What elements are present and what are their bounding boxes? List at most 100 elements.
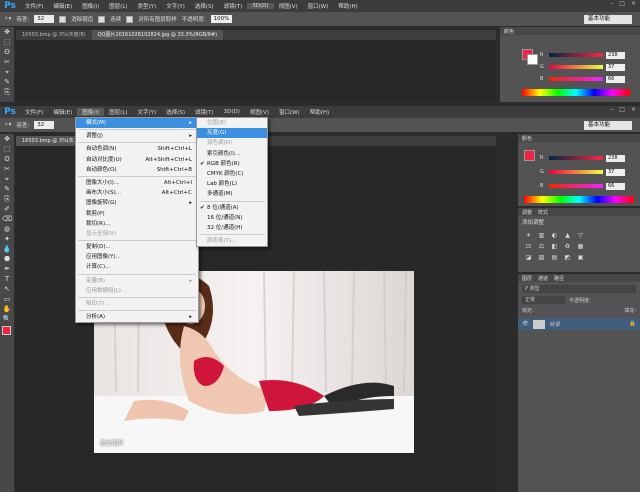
menu-help[interactable]: 帮助(H)	[333, 2, 362, 10]
tool-lasso-icon[interactable]: ʘ	[0, 154, 14, 164]
menu-file-lower[interactable]: 文件(F)	[20, 108, 48, 116]
image-menu-item[interactable]: 应用图像(Y)...	[76, 252, 198, 262]
tool-stamp-icon[interactable]: ⎘	[0, 194, 14, 204]
curves-icon[interactable]: ◐	[550, 231, 559, 239]
color-balance-icon[interactable]: ⚖	[537, 242, 546, 250]
menu-view-lower[interactable]: 视图(V)	[245, 108, 274, 116]
tool-blur-icon[interactable]: ✦	[0, 234, 14, 244]
tool-eyedropper-icon[interactable]: ⌖	[0, 67, 14, 77]
menu-help-lower[interactable]: 帮助(H)	[305, 108, 334, 116]
menu-layer[interactable]: 图层(L)	[104, 2, 132, 10]
image-menu-item[interactable]: 裁剪(P)	[76, 209, 198, 219]
image-menu-item[interactable]: 画布大小(S)... Alt+Ctrl+C	[76, 188, 198, 198]
anti-alias-checkbox[interactable]	[59, 15, 67, 23]
tool-stamp-icon[interactable]: ⎘	[0, 87, 14, 97]
maximize-icon-lower[interactable]: □	[619, 106, 625, 113]
tool-dodge-icon[interactable]: 💧	[0, 244, 14, 254]
tool-marquee-icon[interactable]: ⬚	[0, 37, 14, 47]
posterize-icon[interactable]: ▨	[537, 253, 546, 261]
brightness-icon[interactable]: ☀	[524, 231, 533, 239]
foreground-swatch-lower[interactable]	[524, 150, 535, 161]
b-value[interactable]: 66	[606, 75, 625, 83]
tab-adjustments[interactable]: 调整	[522, 209, 532, 216]
tool-path-select-icon[interactable]: ↖	[0, 284, 14, 294]
tab-doc-2[interactable]: QQ图片20161026102824.jpg @ 33.3%(RGB/8#)	[91, 30, 224, 40]
b-slider[interactable]	[549, 77, 603, 81]
tool-crop-icon[interactable]: ✂	[0, 164, 14, 174]
r-value-lower[interactable]: 238	[606, 154, 625, 162]
color-spectrum-lower[interactable]	[524, 196, 634, 203]
menu-view[interactable]: 视图(V)	[274, 2, 303, 10]
mode-menu-item[interactable]: 16 位/通道(N)	[197, 213, 267, 223]
menu-file[interactable]: 文件(F)	[20, 2, 48, 10]
exposure-icon[interactable]: ▲	[563, 231, 572, 239]
menu-type[interactable]: 类型(Y)	[133, 2, 162, 10]
tool-pen-icon[interactable]: ✒	[0, 264, 14, 274]
mode-menu-item[interactable]: 多通道(M)	[197, 189, 267, 199]
menu-text-lower[interactable]: 文字(Y)	[133, 108, 162, 116]
mode-menu-item[interactable]: 索引颜色(I)...	[197, 149, 267, 159]
menu-text[interactable]: 文字(Y)	[161, 2, 190, 10]
workspace-select[interactable]: 基本功能	[584, 14, 632, 24]
tool-crop-icon[interactable]: ✂	[0, 57, 14, 67]
r-value[interactable]: 238	[606, 51, 625, 59]
contiguous-checkbox[interactable]	[98, 15, 106, 23]
tool-marquee-icon[interactable]: ⬚	[0, 144, 14, 154]
r-slider-lower[interactable]	[549, 156, 603, 160]
mode-menu-item[interactable]: ✔ 8 位/通道(A)	[197, 203, 267, 213]
tool-rectangle-icon[interactable]: ▭	[0, 294, 14, 304]
hue-icon[interactable]: ⊡	[524, 242, 533, 250]
image-menu-item[interactable]: 分析(A) ▸	[76, 312, 198, 322]
image-menu-item[interactable]: 调整(J) ▸	[76, 131, 198, 141]
mode-menu-item[interactable]: 32 位/通道(H)	[197, 223, 267, 233]
photo-filter-icon[interactable]: ♻	[563, 242, 572, 250]
background-swatch[interactable]	[527, 54, 538, 65]
image-menu-item[interactable]: 自动对比度(U) Alt+Shift+Ctrl+L	[76, 155, 198, 165]
image-menu-item[interactable]: 计算(C)...	[76, 262, 198, 272]
mode-menu-item[interactable]: ✔ RGB 颜色(R)	[197, 159, 267, 169]
image-menu-item[interactable]: 裁切(R)...	[76, 219, 198, 229]
tab-doc-1[interactable]: 16503.bmp @ 3%(灰度/8)	[16, 30, 92, 40]
maximize-icon[interactable]: □	[619, 0, 625, 7]
threshold-icon[interactable]: ▤	[550, 253, 559, 261]
menu-3d-lower[interactable]: 3D(D)	[219, 109, 245, 115]
image-menu-item[interactable]: 图像旋转(G) ▸	[76, 198, 198, 208]
tool-gradient-icon[interactable]: ◍	[0, 224, 14, 234]
tolerance-input-lower[interactable]: 32	[34, 121, 55, 129]
menu-select-lower[interactable]: 选择(S)	[161, 108, 190, 116]
layer-row-background[interactable]: 👁 背景 🔒	[518, 318, 640, 330]
g-value[interactable]: 37	[606, 63, 625, 71]
tab-channels[interactable]: 通道	[538, 275, 548, 282]
image-menu-item[interactable]: 模式(M) ▸	[76, 118, 198, 129]
tool-type-icon[interactable]: T	[0, 274, 14, 284]
tab-styles[interactable]: 样式	[538, 209, 548, 216]
tool-hand-icon[interactable]: ✋	[0, 304, 14, 314]
tool-lasso-icon[interactable]: ʘ	[0, 47, 14, 57]
mode-menu-item[interactable]: 灰度(G)	[197, 128, 267, 139]
tab-paths[interactable]: 路径	[554, 275, 564, 282]
workspace-select-lower[interactable]: 基本功能	[584, 120, 632, 130]
magic-wand-icon-lower[interactable]: ✧▾	[4, 122, 11, 128]
image-menu-item[interactable]: 图像大小(I)... Alt+Ctrl+I	[76, 178, 198, 188]
g-value-lower[interactable]: 37	[606, 168, 625, 176]
tolerance-input[interactable]: 32	[34, 15, 55, 23]
mode-menu-item[interactable]: Lab 颜色(L)	[197, 179, 267, 189]
g-slider[interactable]	[549, 65, 603, 69]
selective-color-icon[interactable]: ▣	[576, 253, 585, 261]
g-slider-lower[interactable]	[549, 170, 603, 174]
menu-edit-lower[interactable]: 编辑(E)	[48, 108, 77, 116]
menu-image[interactable]: 图像(I)	[77, 2, 104, 10]
tool-zoom-icon[interactable]: 🔍	[0, 314, 14, 324]
tool-move-icon[interactable]: ✥	[0, 27, 14, 37]
image-menu-item[interactable]: 自动颜色(O) Shift+Ctrl+B	[76, 165, 198, 175]
tool-eyedropper-icon[interactable]: ⌖	[0, 174, 14, 184]
fg-color-chip[interactable]	[2, 326, 11, 335]
b-value-lower[interactable]: 66	[606, 182, 625, 190]
close-icon-lower[interactable]: ×	[631, 106, 636, 113]
menu-window-lower[interactable]: 窗口(W)	[274, 108, 305, 116]
close-icon[interactable]: ×	[631, 0, 636, 7]
channel-mixer-icon[interactable]: ▦	[576, 242, 585, 250]
tool-brush-icon[interactable]: ✎	[0, 77, 14, 87]
blend-mode-select[interactable]: 正常	[522, 296, 565, 304]
tool-history-brush-icon[interactable]: ✐	[0, 204, 14, 214]
